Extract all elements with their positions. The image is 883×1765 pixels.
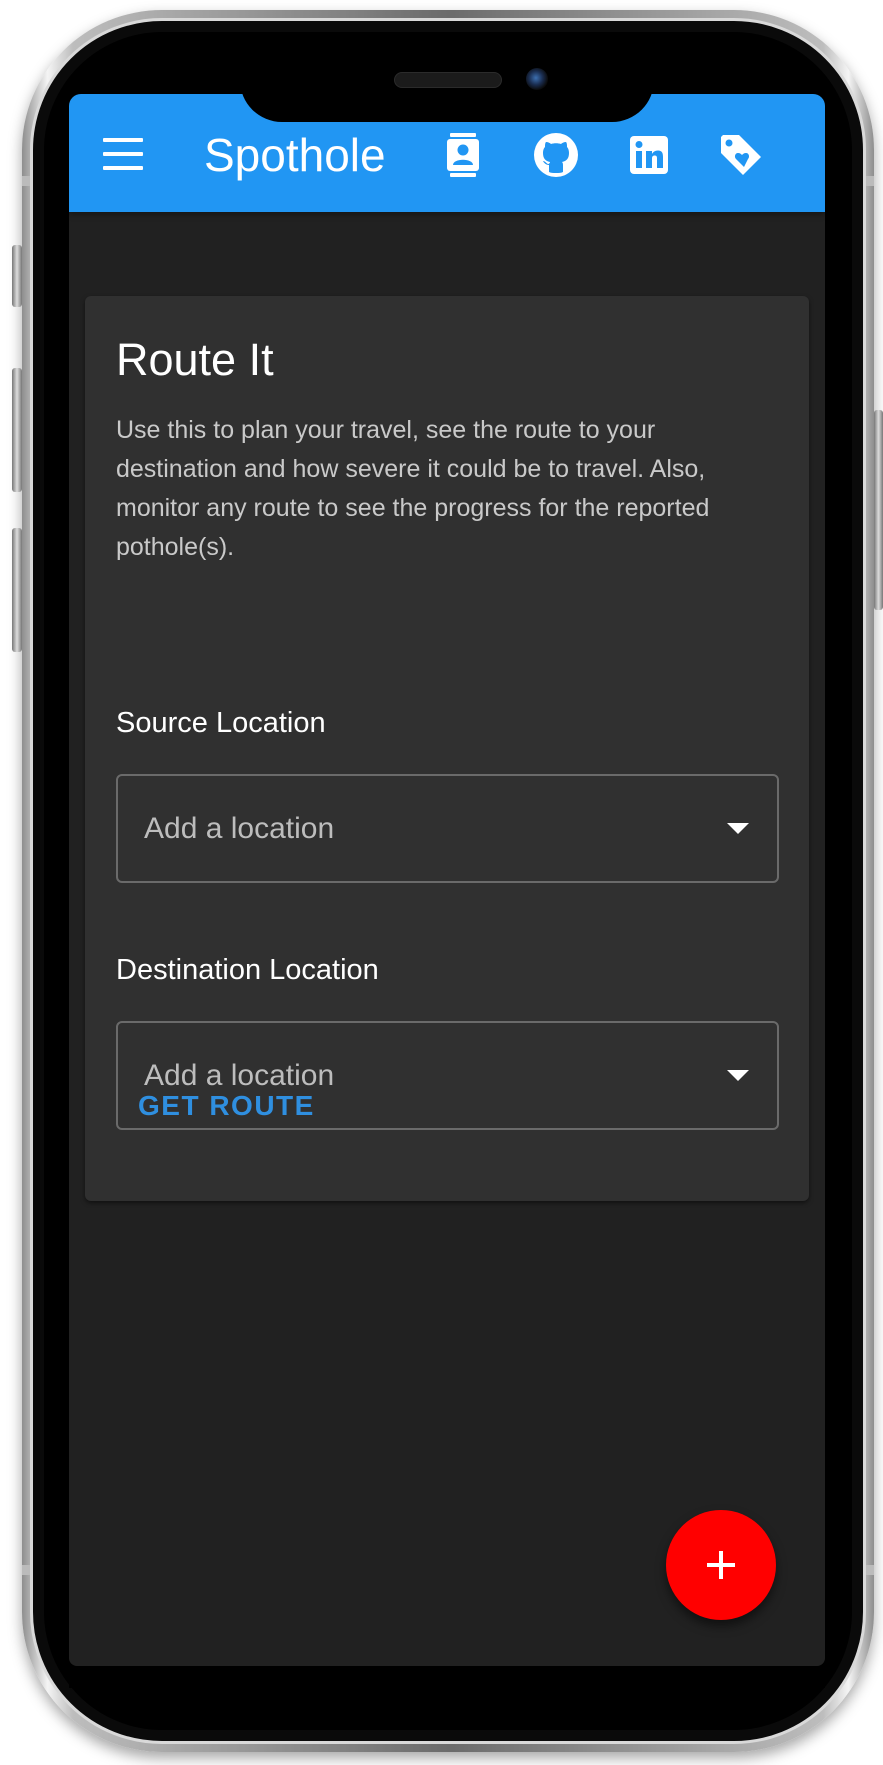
route-card: Route It Use this to plan your travel, s… xyxy=(85,296,809,1201)
menu-icon[interactable] xyxy=(103,138,143,170)
screen: Spothole Route It Use this to plan your … xyxy=(69,94,825,1666)
front-camera xyxy=(526,68,548,90)
source-location-placeholder: Add a location xyxy=(144,812,335,845)
github-icon[interactable] xyxy=(532,131,580,179)
tag-heart-icon[interactable] xyxy=(717,131,765,179)
destination-location-label: Destination Location xyxy=(116,954,379,986)
chevron-down-icon xyxy=(727,1070,749,1081)
app-title: Spothole xyxy=(204,129,386,181)
mute-switch xyxy=(12,245,22,307)
volume-down-button xyxy=(12,528,22,652)
card-description: Use this to plan your travel, see the ro… xyxy=(116,416,710,561)
volume-up-button xyxy=(12,368,22,492)
contact-card-icon[interactable] xyxy=(439,131,487,179)
get-route-button[interactable]: GET ROUTE xyxy=(128,1080,325,1132)
power-button xyxy=(874,410,883,610)
source-location-select[interactable]: Add a location xyxy=(116,774,779,883)
chevron-down-icon xyxy=(727,823,749,834)
plus-icon xyxy=(707,1551,735,1579)
add-fab-button[interactable] xyxy=(666,1510,776,1620)
linkedin-icon[interactable] xyxy=(625,131,673,179)
screen-bottom-edge xyxy=(69,1666,825,1688)
earpiece-speaker xyxy=(394,72,502,88)
card-title: Route It xyxy=(116,334,274,385)
source-location-label: Source Location xyxy=(116,707,326,739)
